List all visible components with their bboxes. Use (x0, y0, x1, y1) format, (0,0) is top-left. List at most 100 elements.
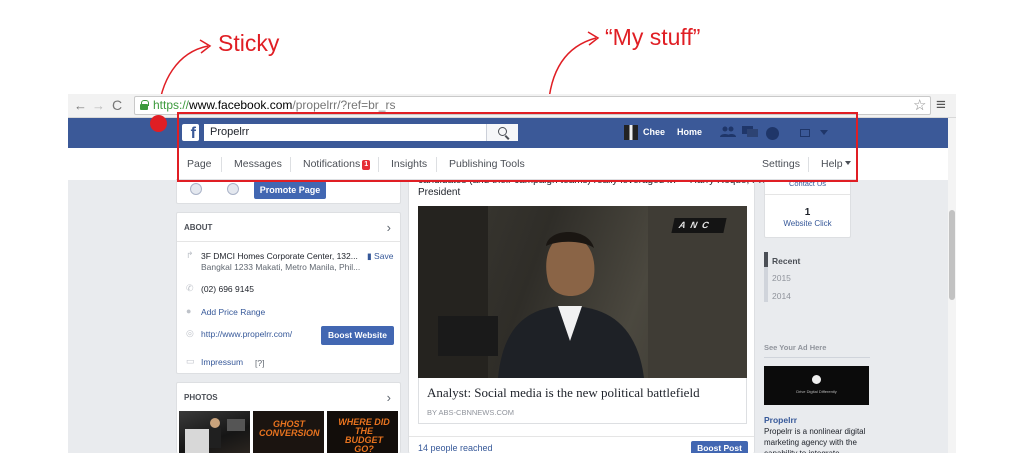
my-stuff-arrowhead (587, 31, 600, 46)
ad-description: Propelrr is a nonlinear digital marketin… (764, 427, 866, 453)
tab-insights[interactable]: Insights (391, 158, 427, 170)
messages-icon[interactable] (742, 126, 758, 141)
avatar[interactable] (624, 125, 638, 140)
tab-publishing-tools[interactable]: Publishing Tools (449, 158, 525, 170)
divider (409, 436, 754, 437)
timeline-active-marker (764, 252, 768, 267)
back-arrow-icon[interactable]: ← (74, 97, 87, 114)
photos-heading: PHOTOS (184, 393, 218, 402)
ad-title-link[interactable]: Propelrr (764, 415, 797, 425)
scrollbar-thumb[interactable] (949, 210, 955, 300)
phone-number: (02) 696 9145 (201, 284, 254, 294)
divider (436, 157, 437, 172)
about-card: ABOUT › ↱ 3F DMCI Homes Corporate Center… (176, 212, 401, 374)
article-title[interactable]: Analyst: Social media is the new politic… (427, 385, 700, 401)
notifications-badge: 1 (362, 160, 371, 170)
user-silhouette-icon (227, 183, 239, 195)
profile-link[interactable]: Chee (643, 127, 665, 137)
url-scheme: https:// (153, 98, 190, 112)
website-click-label[interactable]: Website Click (765, 219, 850, 228)
see-your-ad-heading[interactable]: See Your Ad Here (764, 343, 826, 352)
photos-card: PHOTOS › GHOST CONVERSION WHERE DID THE … (176, 382, 401, 453)
boost-website-button[interactable]: Boost Website (321, 326, 394, 345)
impressum-link[interactable]: Impressum (201, 357, 243, 367)
impressum-icon: ▭ (186, 356, 195, 366)
website-link[interactable]: http://www.propelrr.com/ (201, 329, 292, 339)
impressum-help-icon[interactable]: [?] (255, 358, 264, 368)
photo-thumbnail[interactable]: GHOST CONVERSION (253, 411, 324, 453)
facebook-header: f Chee Home (68, 118, 948, 148)
lock-icon (140, 100, 149, 110)
chevron-right-icon[interactable]: › (387, 220, 391, 235)
tab-messages[interactable]: Messages (234, 158, 282, 170)
post-image[interactable]: ANC (418, 206, 747, 378)
address-line-2: Bangkal 1233 Makati, Metro Manila, Phil.… (201, 262, 361, 272)
article-source: BY ABS-CBNNEWS.COM (427, 408, 514, 417)
divider (221, 157, 222, 172)
pages-icon[interactable] (800, 129, 810, 137)
globe-icon: ◎ (186, 328, 194, 338)
about-heading: ABOUT (184, 223, 213, 232)
scrollbar[interactable] (948, 118, 956, 453)
website-click-count: 1 (804, 207, 811, 218)
timeline-recent[interactable]: Recent (772, 256, 800, 266)
promote-page-button[interactable]: Promote Page (254, 181, 326, 199)
tab-page[interactable]: Page (187, 158, 212, 170)
annotation-dot (150, 115, 167, 132)
annotation-sticky: Sticky (218, 30, 280, 56)
browser-toolbar: ← → C https://www.facebook.com/propelrr/… (68, 94, 956, 118)
photo-caption: WHERE DID THE BUDGET GO? (338, 417, 390, 453)
facebook-logo-icon[interactable]: f (182, 124, 199, 141)
divider (808, 157, 809, 172)
people-reached-link[interactable]: 14 people reached (418, 443, 493, 453)
friend-requests-icon[interactable] (720, 126, 736, 141)
divider (764, 357, 870, 358)
chevron-right-icon[interactable]: › (387, 390, 391, 405)
page-navigation-bar: Page Messages Notifications 1 Insights Pu… (176, 149, 856, 180)
ad-logo-icon (812, 375, 821, 384)
photo-thumbnail[interactable] (179, 411, 250, 453)
search-input[interactable] (204, 124, 518, 141)
divider (378, 157, 379, 172)
annotation-my-stuff: “My stuff” (605, 24, 701, 50)
divider (177, 241, 400, 242)
sticky-arrowhead (199, 39, 212, 54)
phone-icon: ✆ (186, 283, 194, 293)
add-price-range-link[interactable]: Add Price Range (201, 307, 265, 317)
home-link[interactable]: Home (677, 127, 702, 137)
save-label: Save (374, 251, 394, 261)
reload-icon[interactable]: C (112, 97, 122, 114)
notifications-globe-icon[interactable] (766, 127, 779, 140)
bookmark-star-icon[interactable]: ☆ (913, 96, 926, 114)
tab-notifications[interactable]: Notifications 1 (303, 158, 371, 170)
ad-image[interactable]: Drive Digital Differently (764, 366, 869, 405)
chevron-down-icon (844, 161, 851, 165)
url-path: /propelrr/?ref=br_rs (292, 98, 396, 112)
address-bar[interactable]: https://www.facebook.com/propelrr/?ref=b… (134, 96, 931, 115)
location-icon: ↱ (186, 250, 194, 260)
ad-tagline: Drive Digital Differently (796, 389, 837, 394)
price-icon: ● (186, 306, 192, 316)
help-menu[interactable]: Help (821, 158, 851, 170)
contact-us-link[interactable]: Contact Us (765, 179, 850, 188)
screenshot: Sticky “My stuff” ← → C https://www.face… (0, 0, 1024, 453)
timeline-2014[interactable]: 2014 (772, 291, 791, 301)
anc-logo: ANC (671, 218, 727, 233)
photo-caption: GHOST CONVERSION (259, 419, 320, 438)
search-button[interactable] (486, 124, 518, 141)
article-link[interactable]: Analyst: Social media is the new politic… (418, 378, 747, 424)
photo-thumbnail[interactable]: WHERE DID THE BUDGET GO? (327, 411, 398, 453)
divider (765, 194, 850, 195)
account-dropdown-icon[interactable] (820, 130, 828, 135)
address-line-1: 3F DMCI Homes Corporate Center, 132... (201, 251, 358, 261)
search-icon (498, 127, 507, 136)
forward-arrow-icon[interactable]: → (92, 97, 105, 114)
tab-settings[interactable]: Settings (762, 158, 800, 170)
boost-post-button[interactable]: Boost Post (691, 441, 748, 453)
tab-notifications-label: Notifications (303, 158, 361, 170)
page-stats-card: Contact Us 1 Website Click (764, 179, 851, 238)
timeline-2015[interactable]: 2015 (772, 273, 791, 283)
browser-menu-icon[interactable]: ≡ (936, 95, 946, 115)
save-link[interactable]: ▮ Save (367, 251, 393, 262)
user-silhouette-icon (190, 183, 202, 195)
